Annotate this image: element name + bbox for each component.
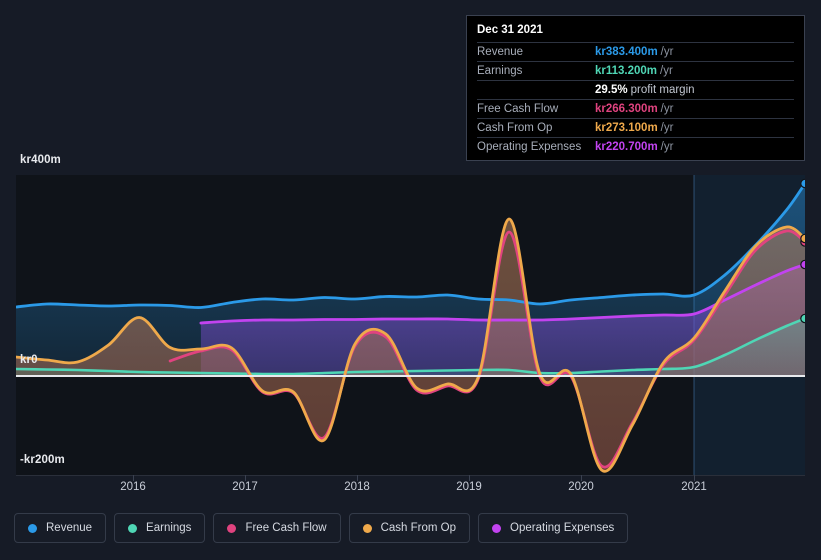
tooltip-metric-unit: /yr bbox=[660, 46, 674, 58]
y-axis-label-0: kr0 bbox=[20, 354, 38, 366]
tooltip-metric-subtext: profit margin bbox=[630, 84, 695, 96]
legend-item-cash-from-op[interactable]: Cash From Op bbox=[348, 513, 471, 543]
y-axis-label-minus200m: -kr200m bbox=[20, 454, 65, 466]
gridline-minus200m bbox=[16, 475, 805, 476]
x-axis-label-2018: 2018 bbox=[344, 481, 370, 493]
chart-svg bbox=[16, 175, 805, 475]
legend-color-dot-icon bbox=[362, 523, 372, 533]
tooltip-metric-name: Revenue bbox=[477, 46, 524, 58]
tooltip-metric-value: kr113.200m bbox=[595, 65, 658, 77]
tooltip-row: Operating Expenses kr220.700m/yr bbox=[477, 137, 794, 156]
financial-chart-page: kr400m kr0 -kr200m 2016 2017 2018 2019 2020 2… bbox=[0, 0, 821, 560]
chart-legend: Revenue Earnings Free Cash Flow Cash From O… bbox=[14, 513, 629, 543]
x-axis-label-2016: 2016 bbox=[120, 481, 146, 493]
line-revenue bbox=[16, 182, 805, 309]
chart-plot-area[interactable] bbox=[16, 175, 805, 475]
endpoint-dot-earnings bbox=[800, 313, 805, 324]
tooltip-metric-unit: /yr bbox=[660, 65, 673, 77]
legend-item-revenue[interactable]: Revenue bbox=[14, 513, 107, 543]
legend-item-free-cash-flow[interactable]: Free Cash Flow bbox=[213, 513, 341, 543]
endpoint-dot-revenue bbox=[800, 178, 805, 189]
tooltip-metric-name: Free Cash Flow bbox=[477, 103, 559, 115]
x-axis-label-2019: 2019 bbox=[456, 481, 482, 493]
x-axis-label-2021: 2021 bbox=[681, 481, 707, 493]
tooltip-metric-value: kr220.700m bbox=[595, 141, 658, 153]
tooltip-row: Revenue kr383.400m/yr bbox=[477, 42, 794, 61]
tooltip-metric-value: kr266.300m bbox=[595, 103, 658, 115]
tooltip-metric-value: kr383.400m bbox=[595, 46, 658, 58]
x-axis-label-2017: 2017 bbox=[232, 481, 258, 493]
legend-color-dot-icon bbox=[492, 523, 502, 533]
endpoint-dot-operating-expenses bbox=[800, 259, 805, 270]
tooltip-row: 29.5% profit margin bbox=[477, 80, 794, 99]
legend-item-label: Revenue bbox=[46, 522, 93, 534]
tooltip-date: Dec 31 2021 bbox=[477, 24, 543, 36]
legend-item-label: Free Cash Flow bbox=[245, 522, 327, 534]
tooltip-row: Cash From Op kr273.100m/yr bbox=[477, 118, 794, 137]
legend-color-dot-icon bbox=[28, 523, 37, 533]
legend-item-label: Earnings bbox=[146, 522, 192, 534]
legend-item-earnings[interactable]: Earnings bbox=[114, 513, 206, 543]
tooltip-metric-value: kr273.100m bbox=[595, 122, 658, 134]
legend-color-dot-icon bbox=[227, 523, 237, 533]
chart-tooltip: Dec 31 2021 Revenue kr383.400m/yr Earnings… bbox=[466, 15, 805, 161]
x-axis-label-2020: 2020 bbox=[568, 481, 594, 493]
legend-color-dot-icon bbox=[128, 523, 138, 533]
tooltip-metric-unit: /yr bbox=[660, 122, 674, 134]
tooltip-metric-name: Cash From Op bbox=[477, 122, 553, 134]
legend-item-operating-expenses[interactable]: Operating Expenses bbox=[478, 513, 629, 543]
y-axis-label-400m: kr400m bbox=[20, 154, 61, 166]
tooltip-metric-unit: /yr bbox=[660, 103, 674, 115]
tooltip-row: Earnings kr113.200m/yr bbox=[477, 61, 794, 80]
legend-item-label: Operating Expenses bbox=[510, 522, 615, 534]
tooltip-metric-unit: /yr bbox=[660, 141, 674, 153]
tooltip-rows: Revenue kr383.400m/yr Earnings kr113.200m/y… bbox=[477, 42, 794, 156]
tooltip-metric-name: Operating Expenses bbox=[477, 141, 582, 153]
tooltip-metric-value: 29.5% bbox=[595, 84, 628, 96]
zero-axis-line bbox=[16, 375, 805, 377]
tooltip-metric-name: Earnings bbox=[477, 65, 523, 77]
chart-series-layer bbox=[16, 182, 805, 473]
endpoint-dot-cash-from-op bbox=[800, 233, 805, 244]
legend-item-label: Cash From Op bbox=[380, 522, 457, 534]
tooltip-row: Free Cash Flow kr266.300m/yr bbox=[477, 99, 794, 118]
